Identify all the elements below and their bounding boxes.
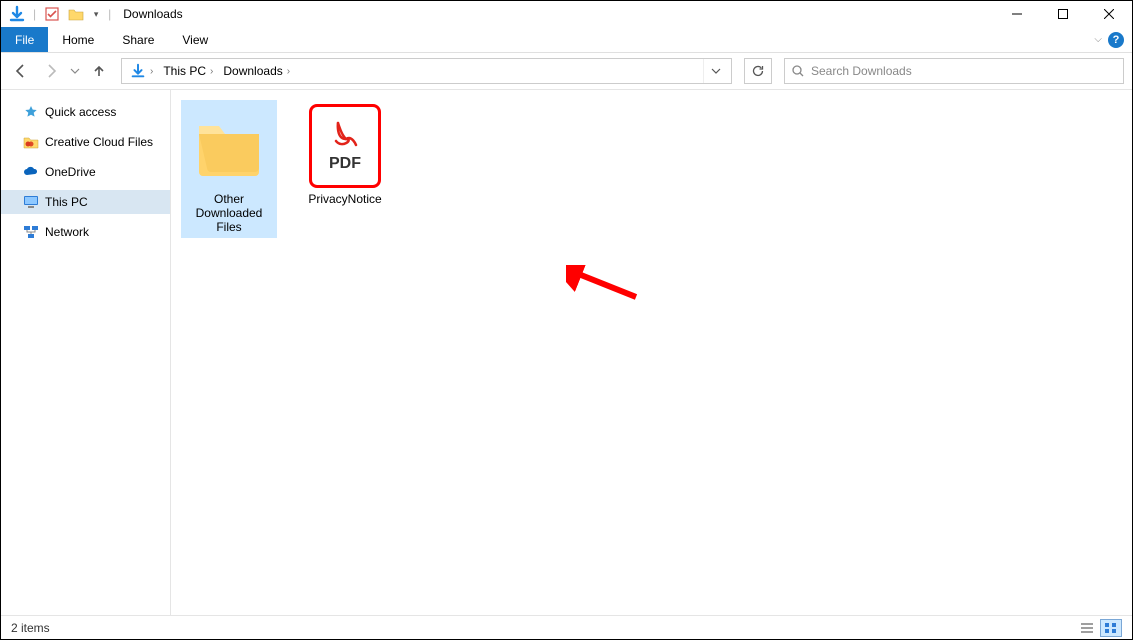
navigation-bar: › This PC › Downloads › [1, 53, 1132, 89]
chevron-right-icon[interactable]: › [210, 66, 213, 77]
folder-item[interactable]: Other Downloaded Files [181, 100, 277, 238]
folder-icon [185, 104, 273, 188]
chevron-right-icon[interactable]: › [287, 66, 290, 77]
forward-button[interactable] [39, 59, 63, 83]
maximize-button[interactable] [1040, 1, 1086, 27]
minimize-button[interactable] [994, 1, 1040, 27]
breadcrumb-label: Downloads [223, 64, 282, 78]
properties-icon[interactable] [42, 4, 62, 24]
search-input[interactable] [811, 64, 1117, 78]
up-button[interactable] [87, 59, 111, 83]
item-count: 2 items [11, 621, 50, 635]
sidebar-item-label: OneDrive [45, 165, 96, 179]
address-icon[interactable]: › [126, 59, 157, 83]
downloads-arrow-icon[interactable] [7, 4, 27, 24]
separator: | [31, 7, 38, 21]
address-bar[interactable]: › This PC › Downloads › [121, 58, 732, 84]
sidebar-item-label: Network [45, 225, 89, 239]
annotation-arrow [566, 265, 646, 305]
breadcrumb-downloads[interactable]: Downloads › [219, 59, 294, 83]
close-button[interactable] [1086, 1, 1132, 27]
qat-dropdown-icon[interactable]: ▾ [90, 4, 102, 24]
title-bar: | ▾ | Downloads [1, 1, 1132, 27]
window-title: Downloads [123, 7, 182, 21]
ribbon-options-icon[interactable]: ⌵ [1094, 34, 1102, 45]
quick-access-toolbar: | ▾ | Downloads [1, 4, 183, 24]
pdf-file-label: PrivacyNotice [301, 188, 389, 206]
breadcrumb-this-pc[interactable]: This PC › [159, 59, 217, 83]
details-view-button[interactable] [1076, 619, 1098, 637]
search-box[interactable] [784, 58, 1124, 84]
separator: | [106, 7, 113, 21]
refresh-button[interactable] [744, 58, 772, 84]
chevron-right-icon[interactable]: › [150, 66, 153, 77]
folder-label: Other Downloaded Files [185, 188, 273, 234]
sidebar-item-quick-access[interactable]: Quick access [1, 100, 170, 124]
sidebar-item-onedrive[interactable]: OneDrive [1, 160, 170, 184]
sidebar-item-label: Quick access [45, 105, 116, 119]
file-tab[interactable]: File [1, 27, 48, 52]
address-history-dropdown[interactable] [703, 59, 727, 83]
breadcrumb-label: This PC [163, 64, 206, 78]
sidebar-item-label: This PC [45, 195, 88, 209]
ribbon-menu: File Home Share View ⌵ ? [1, 27, 1132, 53]
recent-dropdown-icon[interactable] [69, 59, 81, 83]
star-icon [23, 104, 39, 120]
sidebar-item-creative-cloud[interactable]: Creative Cloud Files [1, 130, 170, 154]
icons-view-button[interactable] [1100, 619, 1122, 637]
view-mode-toggles [1076, 619, 1122, 637]
sidebar-item-label: Creative Cloud Files [45, 135, 153, 149]
pdf-file-item[interactable]: PDF PrivacyNotice [297, 100, 393, 210]
pdf-icon: PDF [301, 104, 389, 188]
sidebar-item-network[interactable]: Network [1, 220, 170, 244]
navigation-sidebar: Quick access Creative Cloud Files OneDri… [1, 90, 171, 615]
view-tab[interactable]: View [168, 27, 222, 52]
share-tab[interactable]: Share [108, 27, 168, 52]
main-area: Quick access Creative Cloud Files OneDri… [1, 89, 1132, 615]
folder-small-icon[interactable] [66, 4, 86, 24]
cloud-icon [23, 164, 39, 180]
monitor-icon [23, 194, 39, 210]
search-icon [791, 64, 805, 78]
creative-cloud-icon [23, 134, 39, 150]
window-controls [994, 1, 1132, 27]
status-bar: 2 items [1, 615, 1132, 639]
pdf-badge: PDF [329, 155, 361, 173]
sidebar-item-this-pc[interactable]: This PC [1, 190, 170, 214]
file-list[interactable]: Other Downloaded Files PDF PrivacyNotice [171, 90, 1132, 615]
network-icon [23, 224, 39, 240]
home-tab[interactable]: Home [48, 27, 108, 52]
help-icon[interactable]: ? [1108, 32, 1124, 48]
back-button[interactable] [9, 59, 33, 83]
